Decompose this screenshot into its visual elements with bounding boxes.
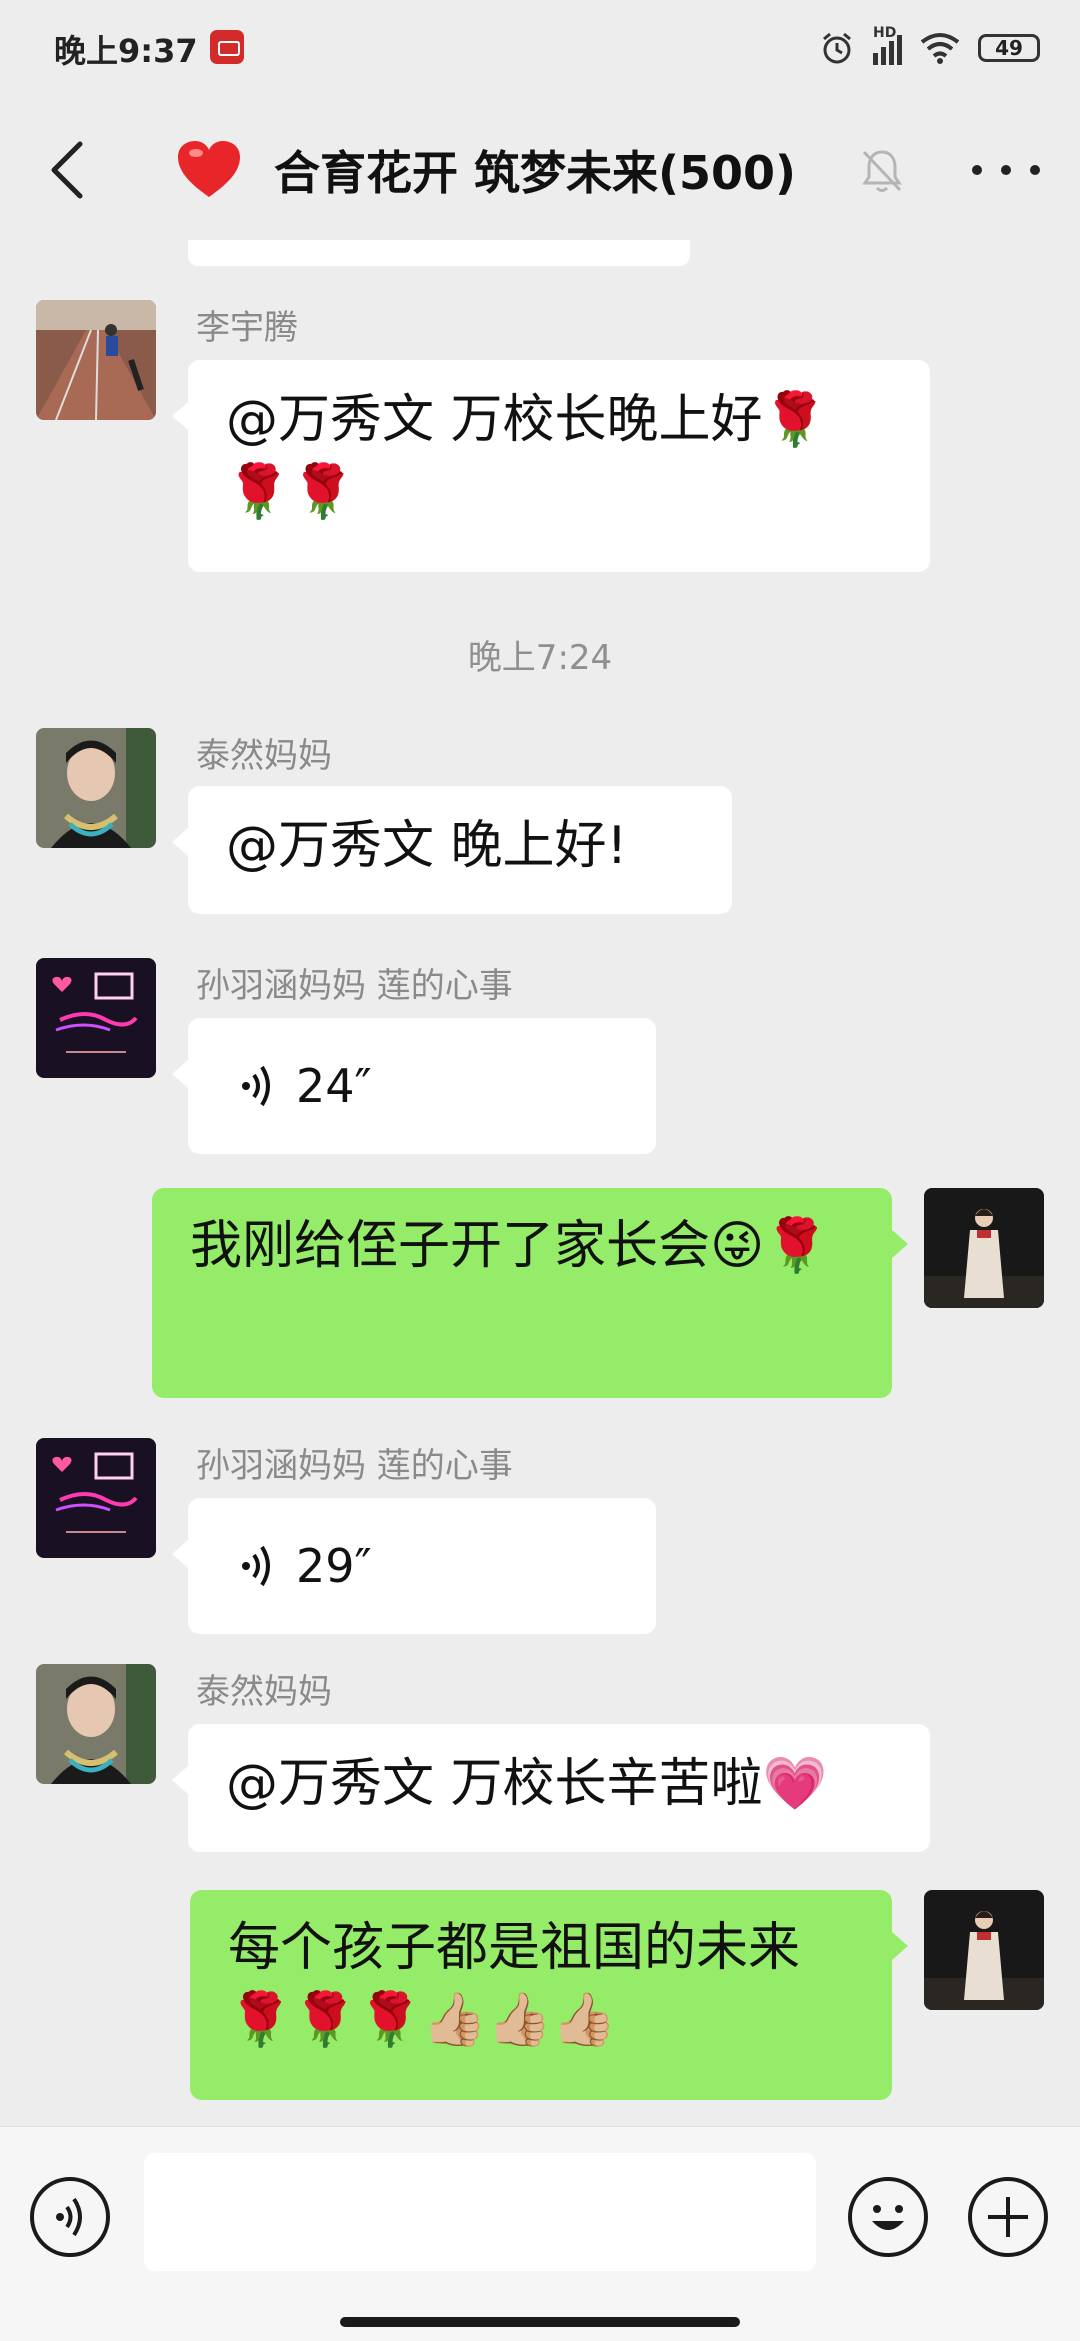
sender-name: 李宇腾 [196, 308, 298, 348]
message-text: @万秀文 晚上好! [226, 816, 628, 876]
avatar[interactable] [36, 1664, 156, 1784]
voice-input-button[interactable] [30, 2177, 110, 2257]
emoji-roses-thumbs: 🌹🌹🌹👍🏼👍🏼👍🏼 [228, 1990, 617, 2050]
avatar[interactable] [924, 1188, 1044, 1308]
status-icons: HD 49 [819, 25, 1040, 68]
emoji-wink-rose: 😜🌹 [710, 1216, 829, 1276]
status-bar: 晚上9:37 HD 49 [0, 0, 1080, 100]
sender-name: 孙羽涵妈妈 莲的心事 [196, 966, 513, 1006]
avatar[interactable] [36, 1438, 156, 1558]
voice-duration: 29″ [296, 1539, 372, 1593]
smiley-icon [872, 2205, 904, 2230]
sender-name: 泰然妈妈 [196, 736, 332, 776]
status-time: 晚上9:37 [54, 32, 198, 70]
emoji-heart: 💗 [762, 1754, 828, 1814]
avatar[interactable] [36, 300, 156, 420]
home-indicator [340, 2317, 740, 2327]
voice-message-bubble[interactable]: 29″ [172, 1498, 656, 1634]
message-bubble[interactable]: @万秀文 万校长辛苦啦💗 [172, 1724, 930, 1852]
message-text: 每个孩子都是祖国的未来 [228, 1918, 801, 1978]
message-text: 我刚给侄子开了家长会 [190, 1216, 711, 1276]
input-bar [0, 2126, 1080, 2341]
voice-message-bubble[interactable]: 24″ [172, 1018, 656, 1154]
message-list[interactable]: 李宇腾 @万秀文 万校长晚上好🌹🌹🌹 晚上7:24 泰然妈妈 @万秀文 晚上好! [0, 240, 1080, 2125]
message-bubble[interactable]: 我刚给侄子开了家长会😜🌹 [152, 1188, 908, 1398]
back-button[interactable] [40, 136, 100, 204]
app-notification-icon [210, 30, 244, 64]
voice-wave-icon [242, 1545, 270, 1587]
avatar[interactable] [924, 1890, 1044, 2010]
more-dot [1001, 165, 1011, 175]
network-label: HD [873, 25, 897, 41]
more-dot [1030, 165, 1040, 175]
signal-icon: HD [873, 25, 902, 65]
voice-duration: 24″ [296, 1059, 372, 1113]
wifi-icon [920, 33, 960, 64]
message-bubble-partial[interactable] [188, 240, 690, 266]
voice-wave-icon [242, 1065, 270, 1107]
avatar[interactable] [36, 728, 156, 848]
emoji-button[interactable] [848, 2177, 928, 2257]
timestamp: 晚上7:24 [467, 638, 613, 678]
chat-header: 合育花开 筑梦未来(500) [0, 100, 1080, 240]
sender-name: 孙羽涵妈妈 莲的心事 [196, 1446, 513, 1486]
chat-title-area[interactable]: 合育花开 筑梦未来(500) [176, 134, 796, 206]
sender-name: 泰然妈妈 [196, 1672, 332, 1712]
message-bubble[interactable]: @万秀文 晚上好! [172, 786, 732, 914]
plus-icon [988, 2197, 1028, 2237]
message-bubble[interactable]: @万秀文 万校长晚上好🌹🌹🌹 [172, 360, 930, 572]
avatar[interactable] [36, 958, 156, 1078]
alarm-icon [823, 32, 851, 64]
heart-icon [178, 141, 240, 197]
voice-wave-icon [56, 2197, 82, 2237]
message-input[interactable] [144, 2153, 816, 2271]
chat-title: 合育花开 筑梦未来(500) [274, 146, 797, 200]
message-text: @万秀文 万校长辛苦啦 [226, 1754, 763, 1814]
more-dot [972, 165, 982, 175]
message-text: @万秀文 万校长晚上好 [226, 390, 763, 450]
more-functions-button[interactable] [968, 2177, 1048, 2257]
message-bubble[interactable]: 每个孩子都是祖国的未来 🌹🌹🌹👍🏼👍🏼👍🏼 [190, 1890, 908, 2100]
battery-icon: 49 [978, 34, 1040, 62]
mute-bell-icon [862, 150, 902, 192]
more-options-button[interactable] [966, 140, 1046, 200]
